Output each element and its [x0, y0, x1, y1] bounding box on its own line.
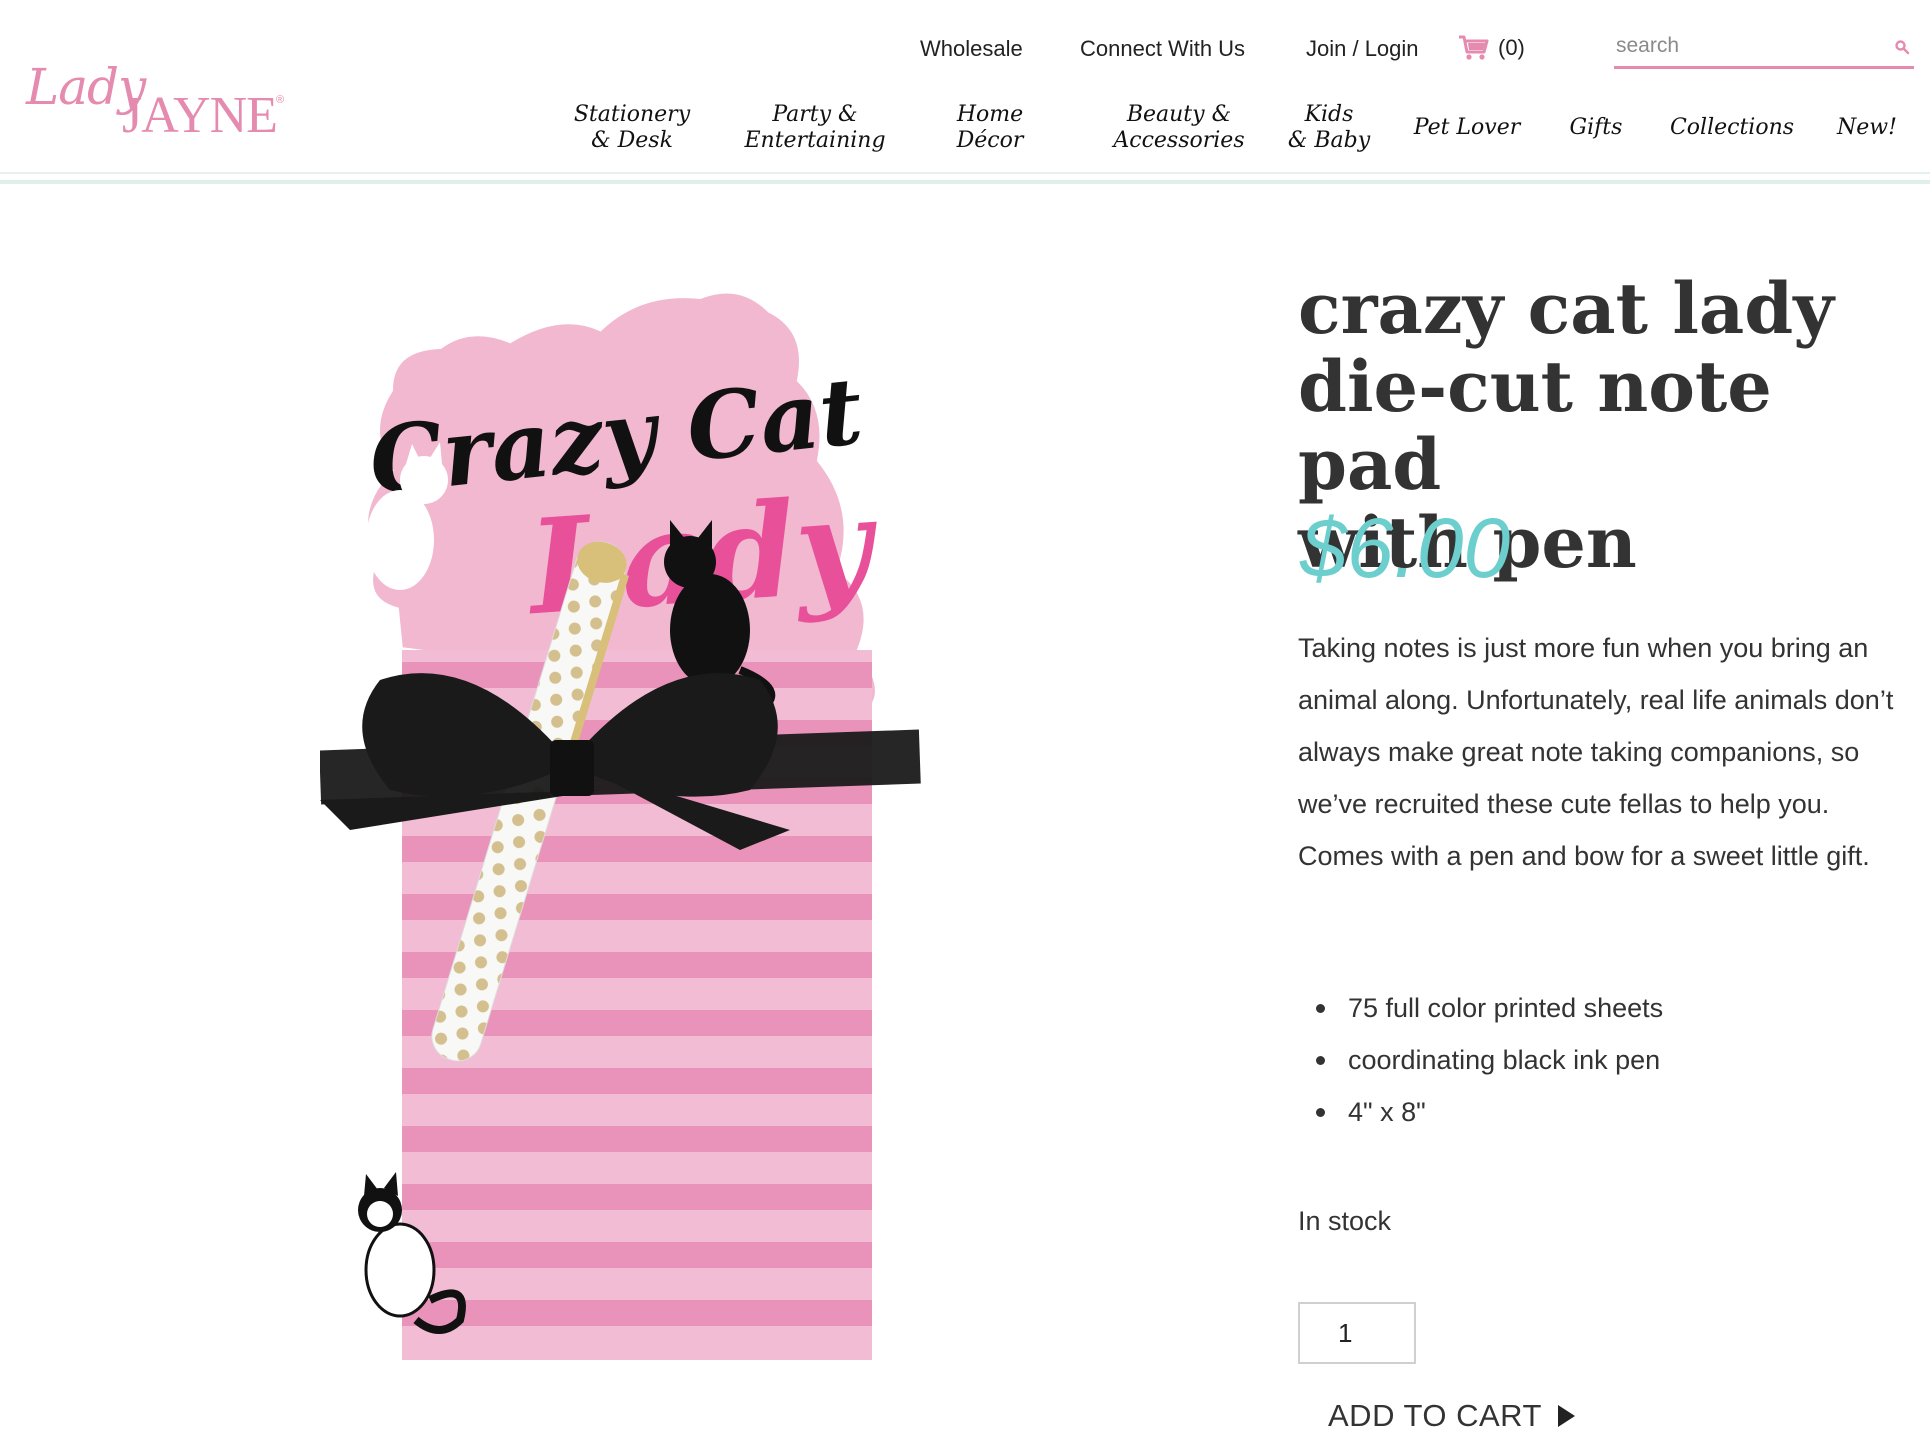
- nav-home-decor[interactable]: Home Décor: [920, 96, 1060, 160]
- add-to-cart-button[interactable]: ADD TO CART: [1328, 1398, 1575, 1434]
- product-image: Crazy Cat Lady: [319, 270, 940, 1370]
- nav-stationery-desk[interactable]: Stationery & Desk: [570, 96, 694, 160]
- search-box: [1614, 30, 1914, 69]
- wholesale-link[interactable]: Wholesale: [920, 36, 1023, 62]
- search-icon[interactable]: [1894, 39, 1910, 55]
- product-description: Taking notes is just more fun when you b…: [1298, 633, 1894, 871]
- feature-item: 4" x 8": [1315, 1086, 1663, 1138]
- product-features: 75 full color printed sheets coordinatin…: [1315, 982, 1663, 1138]
- nav-beauty-accessories[interactable]: Beauty & Accessories: [1108, 96, 1250, 160]
- stock-status: In stock: [1298, 1206, 1392, 1236]
- nav-pet-lover[interactable]: Pet Lover: [1408, 96, 1526, 160]
- arrow-right-icon: [1557, 1405, 1575, 1427]
- nav-party-entertaining[interactable]: Party & Entertaining: [736, 96, 894, 160]
- nav-new[interactable]: New!: [1832, 96, 1902, 160]
- product-title-line1: crazy cat lady: [1298, 267, 1834, 350]
- cart-link[interactable]: (0): [1458, 34, 1525, 62]
- login-link[interactable]: Join / Login: [1306, 36, 1419, 62]
- product-price: $6.00: [1300, 501, 1511, 595]
- nav-kids-baby[interactable]: Kids & Baby: [1282, 96, 1376, 160]
- cart-count: (0): [1498, 35, 1525, 60]
- nav-gifts[interactable]: Gifts: [1560, 96, 1632, 160]
- nav-collections[interactable]: Collections: [1664, 96, 1800, 160]
- quantity-input[interactable]: [1298, 1302, 1416, 1364]
- header-divider-accent: [0, 180, 1930, 184]
- header-divider: [0, 172, 1930, 174]
- feature-item: coordinating black ink pen: [1315, 1034, 1663, 1086]
- feature-item: 75 full color printed sheets: [1315, 982, 1663, 1034]
- search-input[interactable]: [1614, 30, 1878, 62]
- cart-icon: [1459, 35, 1489, 60]
- main-nav: Stationery & Desk Party & Entertaining H…: [0, 96, 1930, 160]
- add-to-cart-label: ADD TO CART: [1328, 1398, 1542, 1433]
- product-title-line2: die-cut note pad: [1298, 345, 1772, 506]
- connect-link[interactable]: Connect With Us: [1080, 36, 1245, 62]
